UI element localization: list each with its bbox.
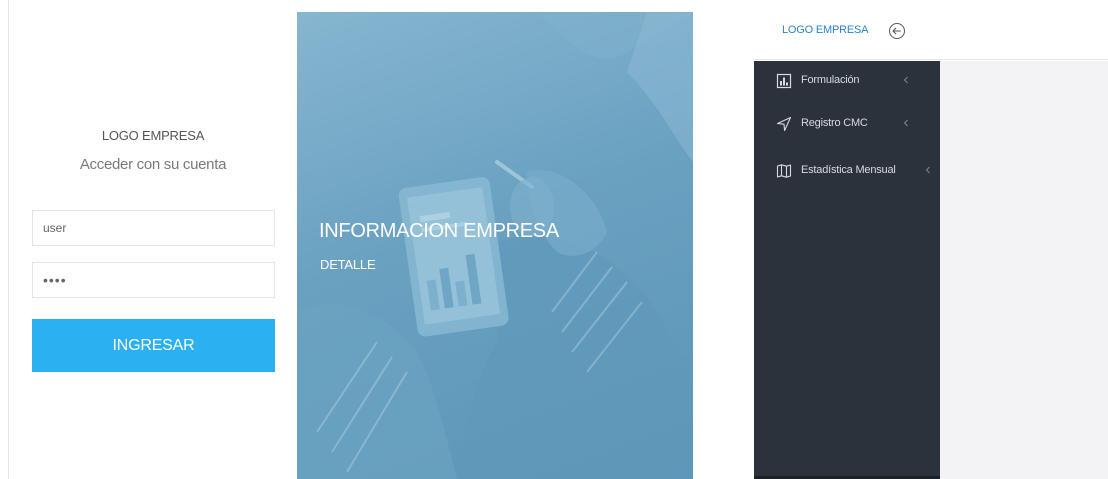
login-submit-button[interactable]: INGRESAR <box>32 319 275 372</box>
username-input[interactable] <box>32 210 275 246</box>
dashboard-logo-text[interactable]: LOGO EMPRESA <box>782 24 868 36</box>
background-photo <box>297 12 693 479</box>
password-input[interactable] <box>32 262 275 298</box>
company-info-title: INFORMACION EMPRESA <box>319 220 559 242</box>
panel-divider <box>8 0 9 479</box>
dashboard-panel: LOGO EMPRESA Formulación Registro CMC Es… <box>754 0 1108 479</box>
sidebar-item-label: Estadística Mensual <box>801 164 896 176</box>
login-logo-text: LOGO EMPRESA <box>101 128 205 143</box>
login-panel: LOGO EMPRESA Acceder con su cuenta INGRE… <box>0 0 297 479</box>
arrow-left-circle-icon[interactable] <box>886 20 908 42</box>
company-info-panel: INFORMACION EMPRESA DETALLE <box>297 12 693 479</box>
sidebar-item-formulacion[interactable]: Formulación <box>754 61 940 101</box>
sidebar-nav: Formulación Registro CMC Estadística Men… <box>754 61 940 479</box>
chevron-left-icon <box>903 119 908 127</box>
map-icon <box>776 164 792 178</box>
location-arrow-icon <box>776 116 792 132</box>
sidebar-item-registro-cmc[interactable]: Registro CMC <box>754 104 940 144</box>
sidebar-item-label: Registro CMC <box>801 117 868 129</box>
chevron-left-icon <box>903 76 908 84</box>
sidebar-item-label: Formulación <box>801 74 860 86</box>
login-subtitle: Acceder con su cuenta <box>79 156 227 173</box>
bar-chart-icon <box>776 73 792 89</box>
main-content-area <box>940 61 1108 479</box>
dashboard-header: LOGO EMPRESA <box>754 0 1108 60</box>
sidebar-item-estadistica-mensual[interactable]: Estadística Mensual <box>754 151 940 191</box>
company-info-detail: DETALLE <box>320 257 376 272</box>
chevron-left-icon <box>925 166 930 174</box>
